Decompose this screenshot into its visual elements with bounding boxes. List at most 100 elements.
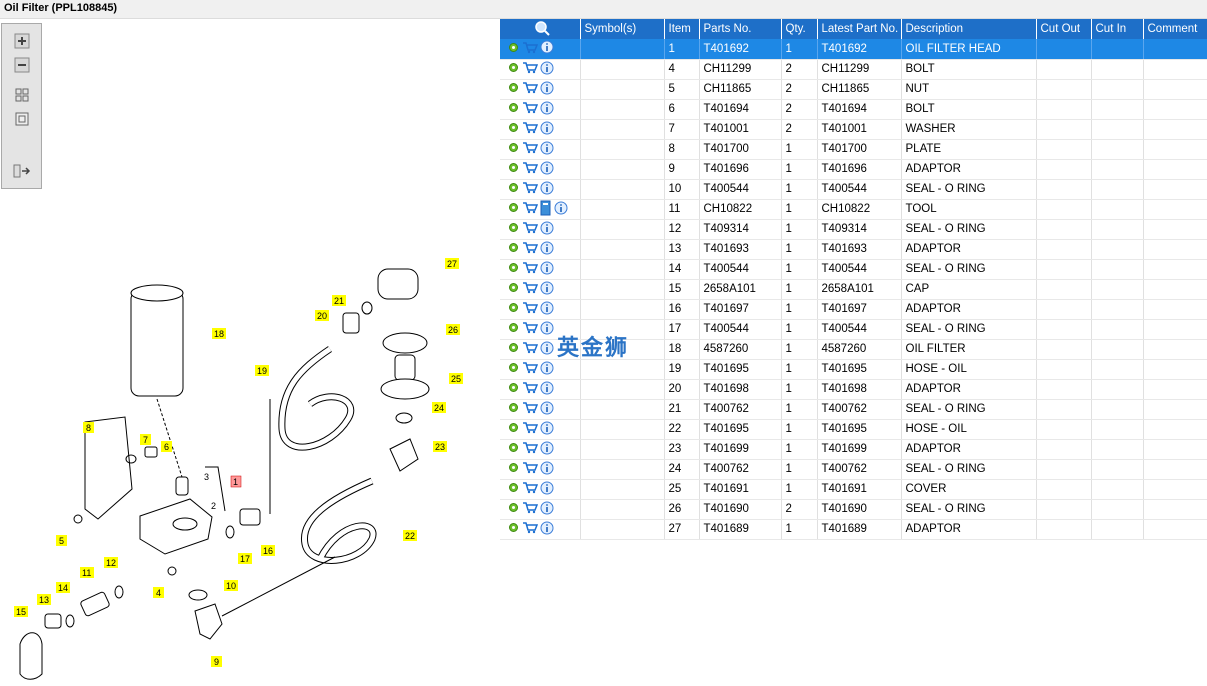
header-symbols[interactable]: Symbol(s): [580, 19, 665, 39]
info-icon[interactable]: [540, 161, 554, 178]
callout-1[interactable]: 1: [230, 475, 242, 488]
table-row[interactable]: 13 T401693 1 T401693 ADAPTOR: [500, 239, 1207, 260]
info-icon[interactable]: [540, 61, 554, 78]
cart-icon[interactable]: [522, 501, 539, 517]
gear-icon[interactable]: [507, 321, 520, 337]
diagram-pane[interactable]: 1 2 3 4 5 6 7 8 9 10 11 12 13 14 15 16 1…: [0, 19, 497, 686]
oil-filter-drawing[interactable]: [130, 290, 184, 397]
table-row[interactable]: 19 T401695 1 T401695 HOSE - OIL: [500, 359, 1207, 380]
header-comment[interactable]: Comment: [1143, 19, 1207, 39]
table-row[interactable]: 8 T401700 1 T401700 PLATE: [500, 139, 1207, 160]
info-icon[interactable]: [540, 401, 554, 418]
gear-icon[interactable]: [507, 201, 520, 217]
gear-icon[interactable]: [507, 41, 520, 57]
table-row[interactable]: 10 T400544 1 T400544 SEAL - O RING: [500, 179, 1207, 200]
callout-14[interactable]: 14: [56, 582, 70, 593]
callout-8[interactable]: 8: [83, 422, 94, 433]
gear-icon[interactable]: [507, 301, 520, 317]
info-icon[interactable]: [554, 201, 568, 218]
callout-12[interactable]: 12: [104, 557, 118, 568]
gear-icon[interactable]: [507, 121, 520, 137]
table-row[interactable]: 27 T401689 1 T401689 ADAPTOR: [500, 519, 1207, 540]
callout-16[interactable]: 16: [261, 545, 275, 556]
gear-icon[interactable]: [507, 241, 520, 257]
table-row[interactable]: 12 T409314 1 T409314 SEAL - O RING: [500, 219, 1207, 240]
info-icon[interactable]: [540, 301, 554, 318]
header-cut-in[interactable]: Cut In: [1091, 19, 1144, 39]
gear-icon[interactable]: [507, 381, 520, 397]
gear-icon[interactable]: [507, 61, 520, 77]
table-row[interactable]: 5 CH11865 2 CH11865 NUT: [500, 79, 1207, 100]
cart-icon[interactable]: [522, 301, 539, 317]
cart-icon[interactable]: [522, 261, 539, 277]
info-icon[interactable]: [540, 241, 554, 258]
callout-9[interactable]: 9: [211, 656, 222, 667]
table-row[interactable]: 21 T400762 1 T400762 SEAL - O RING: [500, 399, 1207, 420]
gear-icon[interactable]: [507, 261, 520, 277]
callout-19[interactable]: 19: [255, 365, 269, 376]
cart-icon[interactable]: [522, 421, 539, 437]
table-row[interactable]: 15 2658A101 1 2658A101 CAP: [500, 279, 1207, 300]
cart-icon[interactable]: [522, 141, 539, 157]
callout-7[interactable]: 7: [140, 434, 151, 445]
callout-5[interactable]: 5: [56, 535, 67, 546]
info-icon[interactable]: [540, 321, 554, 338]
cart-icon[interactable]: [522, 321, 539, 337]
info-icon[interactable]: [540, 40, 554, 57]
cart-icon[interactable]: [522, 81, 539, 97]
callout-15[interactable]: 15: [14, 606, 28, 617]
info-icon[interactable]: [540, 361, 554, 378]
info-icon[interactable]: [540, 121, 554, 138]
table-row[interactable]: 16 T401697 1 T401697 ADAPTOR: [500, 299, 1207, 320]
gear-icon[interactable]: [507, 441, 520, 457]
cart-icon[interactable]: [522, 181, 539, 197]
cart-icon[interactable]: [522, 341, 539, 357]
callout-24[interactable]: 24: [432, 402, 446, 413]
info-icon[interactable]: [540, 281, 554, 298]
cart-icon[interactable]: [522, 41, 539, 57]
table-row[interactable]: 6 T401694 2 T401694 BOLT: [500, 99, 1207, 120]
info-icon[interactable]: [540, 101, 554, 118]
callout-22[interactable]: 22: [403, 530, 417, 541]
cart-icon[interactable]: [522, 461, 539, 477]
info-icon[interactable]: [540, 221, 554, 238]
adaptor-16-drawing[interactable]: [239, 508, 261, 526]
info-icon[interactable]: [540, 441, 554, 458]
header-parts-no[interactable]: Parts No.: [699, 19, 782, 39]
gear-icon[interactable]: [507, 481, 520, 497]
tool-drawing[interactable]: [80, 591, 110, 617]
callout-21[interactable]: 21: [332, 295, 346, 306]
callout-25[interactable]: 25: [449, 373, 463, 384]
gear-icon[interactable]: [507, 501, 520, 517]
cart-icon[interactable]: [522, 441, 539, 457]
cart-icon[interactable]: [522, 201, 539, 217]
cart-icon[interactable]: [522, 61, 539, 77]
info-icon[interactable]: [540, 461, 554, 478]
cart-icon[interactable]: [522, 121, 539, 137]
table-row[interactable]: 7 T401001 2 T401001 WASHER: [500, 119, 1207, 140]
info-icon[interactable]: [540, 261, 554, 278]
callout-23[interactable]: 23: [433, 441, 447, 452]
table-row[interactable]: 4 CH11299 2 CH11299 BOLT: [500, 59, 1207, 80]
table-row[interactable]: 20 T401698 1 T401698 ADAPTOR: [500, 379, 1207, 400]
header-qty[interactable]: Qty.: [781, 19, 818, 39]
gear-icon[interactable]: [507, 161, 520, 177]
callout-17[interactable]: 17: [238, 553, 252, 564]
gear-icon[interactable]: [507, 221, 520, 237]
book-icon[interactable]: [540, 200, 552, 219]
gear-icon[interactable]: [507, 281, 520, 297]
cart-icon[interactable]: [522, 101, 539, 117]
gear-icon[interactable]: [507, 101, 520, 117]
info-icon[interactable]: [540, 141, 554, 158]
search-column-header[interactable]: [500, 19, 581, 39]
cart-icon[interactable]: [522, 521, 539, 537]
callout-13[interactable]: 13: [37, 594, 51, 605]
cover-drawing[interactable]: [394, 354, 416, 381]
info-icon[interactable]: [540, 341, 554, 358]
callout-18[interactable]: 18: [212, 328, 226, 339]
search-icon[interactable]: [534, 20, 550, 36]
callout-6[interactable]: 6: [161, 441, 172, 452]
cart-icon[interactable]: [522, 241, 539, 257]
gear-icon[interactable]: [507, 401, 520, 417]
gear-icon[interactable]: [507, 81, 520, 97]
